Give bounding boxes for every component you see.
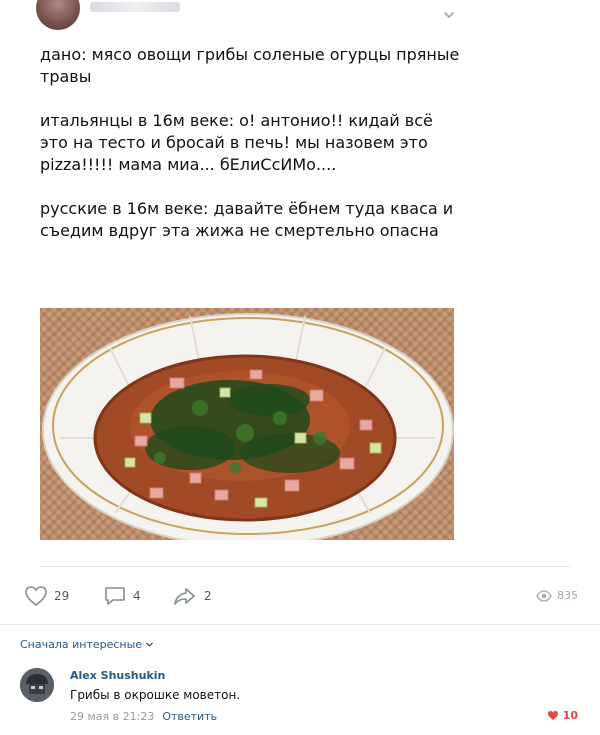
- okroshka-photo: [42, 313, 454, 540]
- views-count: 835: [557, 589, 578, 602]
- comment-date[interactable]: 29 мая в 21:23: [70, 710, 154, 723]
- reply-button[interactable]: Ответить: [162, 710, 217, 723]
- post-author-name-blurred[interactable]: [90, 2, 180, 12]
- post-photo[interactable]: [40, 308, 454, 540]
- comment-button[interactable]: 4: [103, 586, 141, 606]
- chevron-down-icon[interactable]: [442, 8, 456, 22]
- comment-author-name[interactable]: Alex Shushukin: [70, 669, 165, 682]
- heart-icon: [25, 586, 47, 607]
- comment-like-count: 10: [562, 709, 578, 722]
- like-button[interactable]: 29: [24, 586, 70, 607]
- post-paragraph: дано: мясо овощи грибы соленые огурцы пр…: [40, 45, 460, 86]
- chevron-down-icon: [146, 642, 154, 647]
- post-text: дано: мясо овощи грибы соленые огурцы пр…: [40, 44, 460, 242]
- avatar-image: [20, 668, 54, 702]
- heart-filled-icon: [547, 711, 558, 720]
- comment-like-button[interactable]: 10: [547, 709, 578, 722]
- divider: [0, 624, 600, 625]
- share-icon: [174, 588, 195, 605]
- sort-label: Сначала интересные: [20, 638, 143, 651]
- post-author-avatar[interactable]: [36, 0, 80, 30]
- comments-sort-dropdown[interactable]: Сначала интересные: [20, 638, 154, 651]
- like-count: 29: [54, 589, 70, 603]
- share-button[interactable]: 2: [172, 586, 212, 606]
- comment-author-avatar[interactable]: [20, 668, 54, 702]
- divider: [40, 566, 570, 567]
- views-counter: 835: [536, 589, 578, 602]
- eye-icon: [536, 589, 552, 602]
- comment-icon: [105, 587, 125, 605]
- post-paragraph: русские в 16м веке: давайте ёбнем туда к…: [40, 199, 454, 240]
- comment-count: 4: [133, 589, 141, 603]
- share-count: 2: [204, 589, 212, 603]
- post-card: дано: мясо овощи грибы соленые огурцы пр…: [0, 0, 600, 628]
- comment-meta: 29 мая в 21:23 Ответить: [70, 710, 217, 723]
- comment-text: Грибы в окрошке моветон.: [70, 688, 241, 702]
- post-paragraph: итальянцы в 16м веке: о! антонио!! кидай…: [40, 111, 433, 174]
